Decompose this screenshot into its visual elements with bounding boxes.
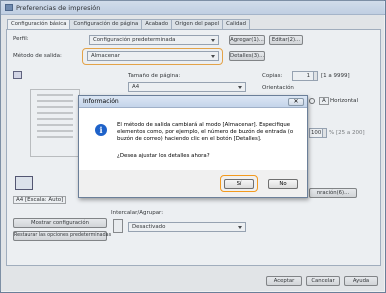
dialog-question: ¿Desea ajustar los detalles ahora? [117, 153, 210, 159]
dialog-title-bar: Información ✕ [79, 96, 307, 108]
close-icon[interactable]: ✕ [288, 98, 304, 106]
yes-button[interactable]: Sí [224, 179, 254, 189]
dialog-body: i El método de salida cambiará al modo [… [79, 108, 307, 170]
dialog-title: Información [83, 98, 119, 105]
dialog-message: El método de salida cambiará al modo [Al… [117, 122, 294, 143]
no-button[interactable]: No [268, 179, 298, 189]
info-icon: i [95, 124, 107, 136]
info-dialog: Información ✕ i El método de salida camb… [78, 95, 308, 198]
